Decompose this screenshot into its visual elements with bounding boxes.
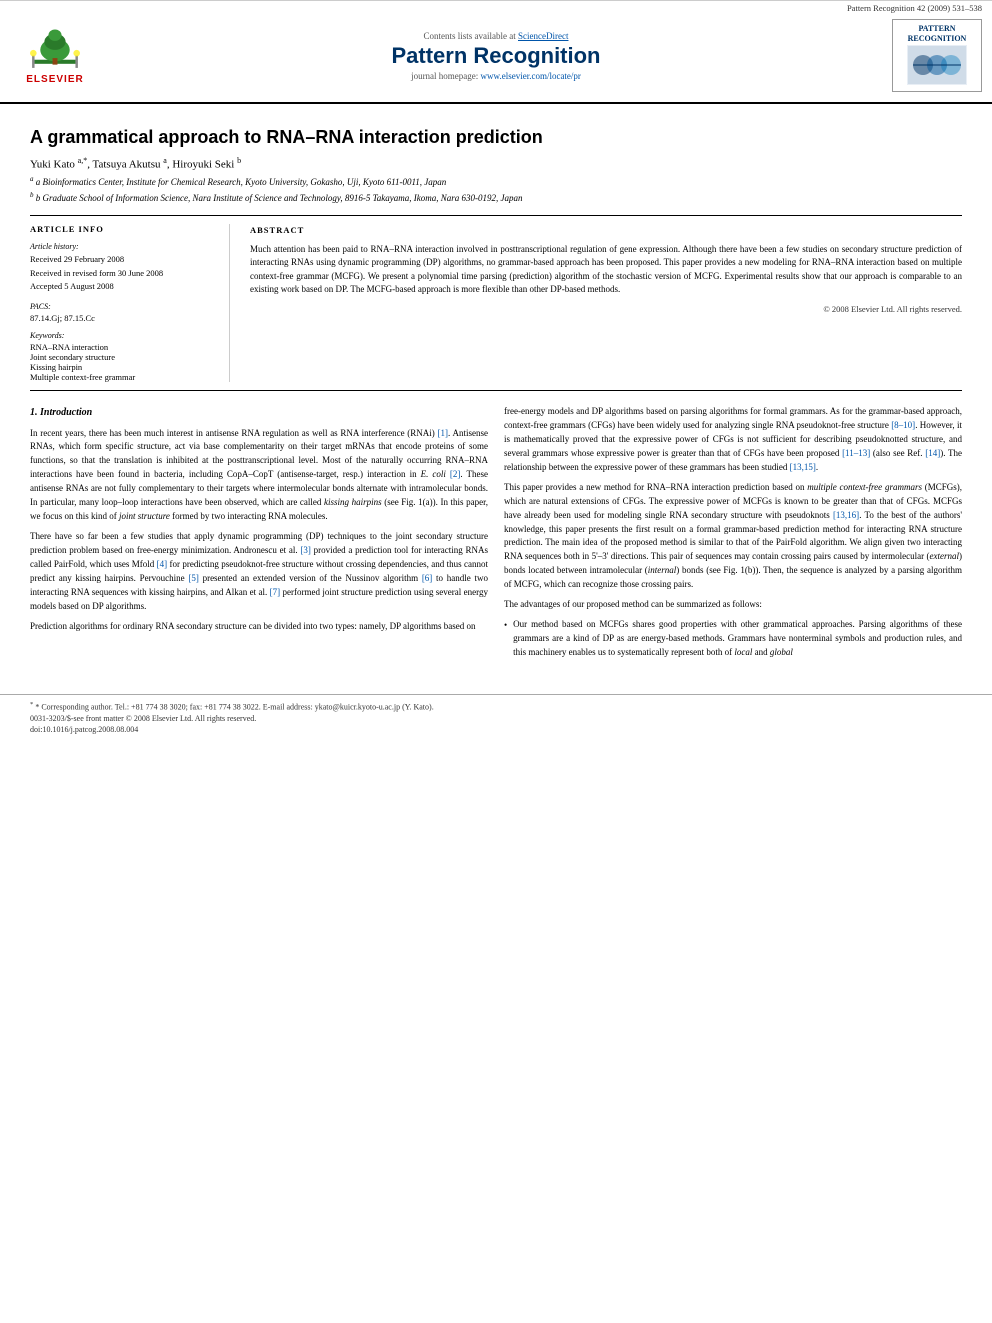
- page: Pattern Recognition 42 (2009) 531–538 EL: [0, 0, 992, 1323]
- ref-6[interactable]: [6]: [422, 573, 433, 583]
- intro-para-1: In recent years, there has been much int…: [30, 427, 488, 525]
- keyword-4: Multiple context-free grammar: [30, 372, 217, 382]
- abstract-copyright: © 2008 Elsevier Ltd. All rights reserved…: [250, 303, 962, 316]
- elsevier-label: ELSEVIER: [26, 74, 83, 85]
- article-info-heading: ARTICLE INFO: [30, 224, 217, 234]
- pacs-values: 87.14.Gj; 87.15.Cc: [30, 313, 217, 323]
- keyword-1: RNA–RNA interaction: [30, 342, 217, 352]
- article-content: A grammatical approach to RNA–RNA intera…: [0, 104, 992, 674]
- article-dates: Received 29 February 2008 Received in re…: [30, 253, 217, 294]
- article-title: A grammatical approach to RNA–RNA intera…: [30, 126, 962, 149]
- ref-1[interactable]: [1]: [438, 428, 449, 438]
- bullet-text-1: Our method based on MCFGs shares good pr…: [513, 618, 962, 660]
- intro-para-3: Prediction algorithms for ordinary RNA s…: [30, 620, 488, 634]
- keywords-list: RNA–RNA interaction Joint secondary stru…: [30, 342, 217, 382]
- info-abstract-row: ARTICLE INFO Article history: Received 2…: [30, 215, 962, 391]
- received-date: Received 29 February 2008: [30, 253, 217, 267]
- footer-doi: doi:10.1016/j.patcog.2008.08.004: [30, 725, 962, 734]
- pacs-label: PACS:: [30, 302, 217, 311]
- abstract-text: Much attention has been paid to RNA–RNA …: [250, 243, 962, 297]
- journal-title: Pattern Recognition: [100, 43, 892, 69]
- right-para-2: This paper provides a new method for RNA…: [504, 481, 962, 593]
- page-footer: * * Corresponding author. Tel.: +81 774 …: [0, 694, 992, 742]
- ref-8-10[interactable]: [8–10]: [891, 420, 915, 430]
- ref-5[interactable]: [5]: [188, 573, 199, 583]
- history-label: Article history:: [30, 242, 217, 251]
- col-right: free-energy models and DP algorithms bas…: [504, 405, 962, 664]
- body-content: 1. Introduction In recent years, there h…: [30, 405, 962, 664]
- science-direct-link[interactable]: ScienceDirect: [518, 31, 568, 41]
- abstract-heading: ABSTRACT: [250, 224, 962, 237]
- pattern-recognition-logo: PATTERNRECOGNITION: [892, 19, 982, 92]
- article-info: ARTICLE INFO Article history: Received 2…: [30, 224, 230, 382]
- header-main: ELSEVIER Contents lists available at Sci…: [0, 15, 992, 96]
- ref-4[interactable]: [4]: [157, 559, 168, 569]
- keyword-3: Kissing hairpin: [30, 362, 217, 372]
- accepted-date: Accepted 5 August 2008: [30, 280, 217, 294]
- ref-2[interactable]: [2]: [450, 469, 461, 479]
- bullet-item-1: • Our method based on MCFGs shares good …: [504, 618, 962, 660]
- intro-heading: 1. Introduction: [30, 405, 488, 421]
- ref-3[interactable]: [3]: [300, 545, 311, 555]
- journal-homepage-link[interactable]: www.elsevier.com/locate/pr: [481, 71, 581, 81]
- col-left: 1. Introduction In recent years, there h…: [30, 405, 488, 664]
- keyword-2: Joint secondary structure: [30, 352, 217, 362]
- revised-date: Received in revised form 30 June 2008: [30, 267, 217, 281]
- footnote-corresponding: * * Corresponding author. Tel.: +81 774 …: [30, 701, 962, 712]
- journal-header: Pattern Recognition 42 (2009) 531–538 EL: [0, 0, 992, 104]
- bullet-section: • Our method based on MCFGs shares good …: [504, 618, 962, 660]
- footer-copyright: 0031-3203/$-see front matter © 2008 Else…: [30, 714, 962, 723]
- keywords-label: Keywords:: [30, 331, 217, 340]
- authors-line: Yuki Kato a,*, Tatsuya Akutsu a, Hiroyuk…: [30, 156, 962, 171]
- bullet-dot-1: •: [504, 619, 507, 633]
- contents-line: Contents lists available at ScienceDirec…: [100, 31, 892, 41]
- right-para-1: free-energy models and DP algorithms bas…: [504, 405, 962, 475]
- journal-info-bar: Pattern Recognition 42 (2009) 531–538: [0, 0, 992, 15]
- abstract-block: ABSTRACT Much attention has been paid to…: [250, 224, 962, 382]
- elsevier-tree-icon: [25, 27, 85, 72]
- elsevier-logo: ELSEVIER: [10, 27, 100, 85]
- journal-citation: Pattern Recognition 42 (2009) 531–538: [847, 3, 982, 13]
- ref-7[interactable]: [7]: [270, 587, 281, 597]
- journal-homepage: journal homepage: www.elsevier.com/locat…: [100, 71, 892, 81]
- ref-11-13[interactable]: [11–13]: [842, 448, 870, 458]
- intro-para-2: There have so far been a few studies tha…: [30, 530, 488, 614]
- ref-14[interactable]: [14]: [925, 448, 940, 458]
- pr-logo-title: PATTERNRECOGNITION: [897, 24, 977, 43]
- affiliations: a a Bioinformatics Center, Institute for…: [30, 174, 962, 205]
- pr-logo-graphic: [907, 45, 967, 85]
- ref-13-16[interactable]: [13,16]: [833, 510, 859, 520]
- right-para-3: The advantages of our proposed method ca…: [504, 598, 962, 612]
- ref-13-15[interactable]: [13,15]: [790, 462, 816, 472]
- journal-title-block: Contents lists available at ScienceDirec…: [100, 31, 892, 81]
